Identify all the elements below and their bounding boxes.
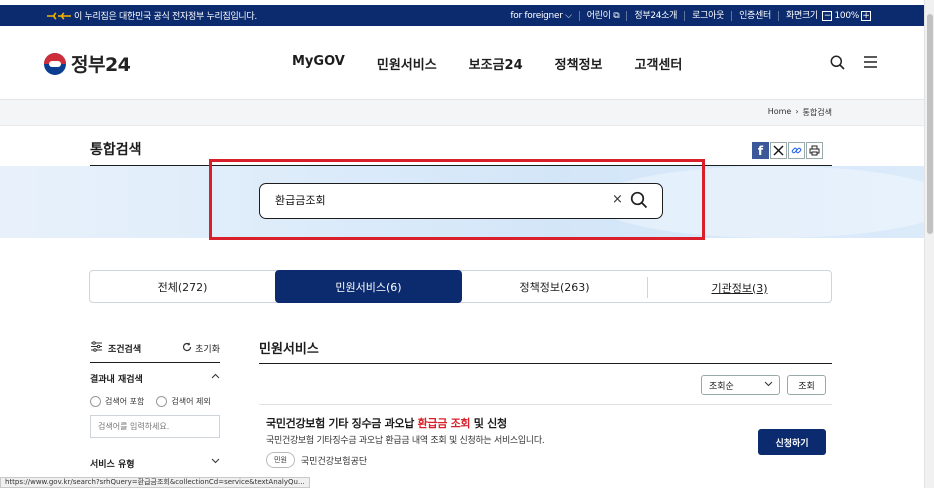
search-input[interactable] [275,193,575,206]
link-logout[interactable]: 로그아웃 [684,10,731,21]
search-icon[interactable] [830,55,845,73]
result-item-meta: 민원 국민건강보험공단 [266,452,367,468]
tab-civil-service[interactable]: 민원서비스(6) [275,270,462,303]
site-logo[interactable]: 정부24 [44,50,131,77]
link-about[interactable]: 정부24소개 [626,10,684,21]
filter-title: 조건검색 [108,344,142,355]
chevron-down-icon [211,457,220,470]
results-section-title: 민원서비스 [259,342,319,357]
menu-icon[interactable] [863,55,878,73]
zoom-level: 100% [834,10,859,21]
chevron-down-icon [764,380,773,390]
search-submit-icon[interactable] [630,191,648,212]
breadcrumb-home[interactable]: Home [768,107,792,118]
sort-select[interactable]: 조회순 [701,375,780,395]
egov-logo-icon [46,11,72,21]
sort-apply-button[interactable]: 조회 [787,375,826,395]
reset-button[interactable]: 초기화 [182,342,220,355]
breadcrumb: Home › 통합검색 [768,107,832,118]
link-cert-center[interactable]: 인증센터 [731,10,778,21]
zoom-out-button[interactable]: − [822,10,833,21]
gov-notice-bar: 이 누리집은 대한민국 공식 전자정부 누리집입니다. for foreigne… [0,5,924,26]
link-for-foreigner[interactable]: for foreigner ⌵ [503,11,578,21]
search-mode-options: 검색어 포함 검색어 제외 [90,396,211,407]
include-keyword-radio[interactable]: 검색어 포함 [90,396,144,407]
refine-search-input[interactable] [90,415,220,438]
results-divider [259,363,832,364]
refresh-icon [182,342,192,355]
category-badge: 민원 [266,452,295,468]
result-item-title[interactable]: 국민건강보험 기타 징수금 과오납 환급금 조회 및 신청 [266,415,507,431]
scrollbar-thumb[interactable] [927,14,933,234]
main-nav: MyGOV 민원서비스 보조금24 정책정보 고객센터 [292,54,682,73]
breadcrumb-current: 통합검색 [802,108,832,117]
sliders-icon [90,341,103,355]
facebook-icon[interactable]: f [752,142,769,159]
breadcrumb-bar: Home › 통합검색 [0,100,924,126]
filter-divider [90,362,220,363]
nav-customer-center[interactable]: 고객센터 [635,54,683,73]
taegeuk-logo-icon [44,52,66,75]
tab-agency-info[interactable]: 기관정보(3) [647,277,831,298]
nav-mygov[interactable]: MyGOV [292,54,345,73]
logo-text: 정부24 [71,54,131,76]
nav-civil-service[interactable]: 민원서비스 [377,54,437,73]
chevron-up-icon [211,372,220,385]
chevron-right-icon: › [795,107,799,116]
status-bar-url: https://www.gov.kr/search?srhQuery=환급금조회… [0,477,310,488]
link-copy-icon[interactable] [788,142,805,159]
tab-all[interactable]: 전체(272) [90,271,275,302]
nav-subsidy24[interactable]: 보조금24 [469,54,523,73]
external-link-icon: ⧉ [613,10,620,21]
result-tabs: 전체(272) 민원서비스(6) 정책정보(263) 기관정보(3) [89,270,832,303]
chevron-down-icon: ⌵ [565,10,572,21]
result-separator [259,404,832,405]
search-box: × [259,183,663,219]
service-type-toggle[interactable]: 서비스 유형 [90,457,220,470]
result-item-description: 국민건강보험 기타징수금 과오납 환급금 내역 조회 및 신청하는 서비스입니다… [266,436,545,446]
page-title: 통합검색 [90,142,142,158]
zoom-in-button[interactable]: + [861,10,871,21]
gov-notice-text: 이 누리집은 대한민국 공식 전자정부 누리집입니다. [74,12,257,22]
clear-icon[interactable]: × [612,192,623,207]
apply-button[interactable]: 신청하기 [758,429,826,455]
filter-header: 조건검색 초기화 [90,341,220,355]
share-tools: f [752,142,823,159]
screen-size-control: 화면크기 −100% + [777,10,880,21]
agency-name: 국민건강보험공단 [300,456,368,467]
exclude-keyword-radio[interactable]: 검색어 제외 [156,396,211,407]
link-kids[interactable]: 어린이 ⧉ [578,10,627,21]
print-icon[interactable] [806,142,823,159]
tab-policy-info[interactable]: 정책정보(263) [462,271,647,302]
within-results-toggle[interactable]: 결과내 재검색 [90,372,220,385]
site-header: 정부24 MyGOV 민원서비스 보조금24 정책정보 고객센터 [0,26,924,100]
x-twitter-icon[interactable] [770,142,787,159]
nav-policy-info[interactable]: 정책정보 [555,54,603,73]
highlighted-keyword: 환급금 조회 [417,417,471,430]
page-scrollbar[interactable] [924,0,934,488]
